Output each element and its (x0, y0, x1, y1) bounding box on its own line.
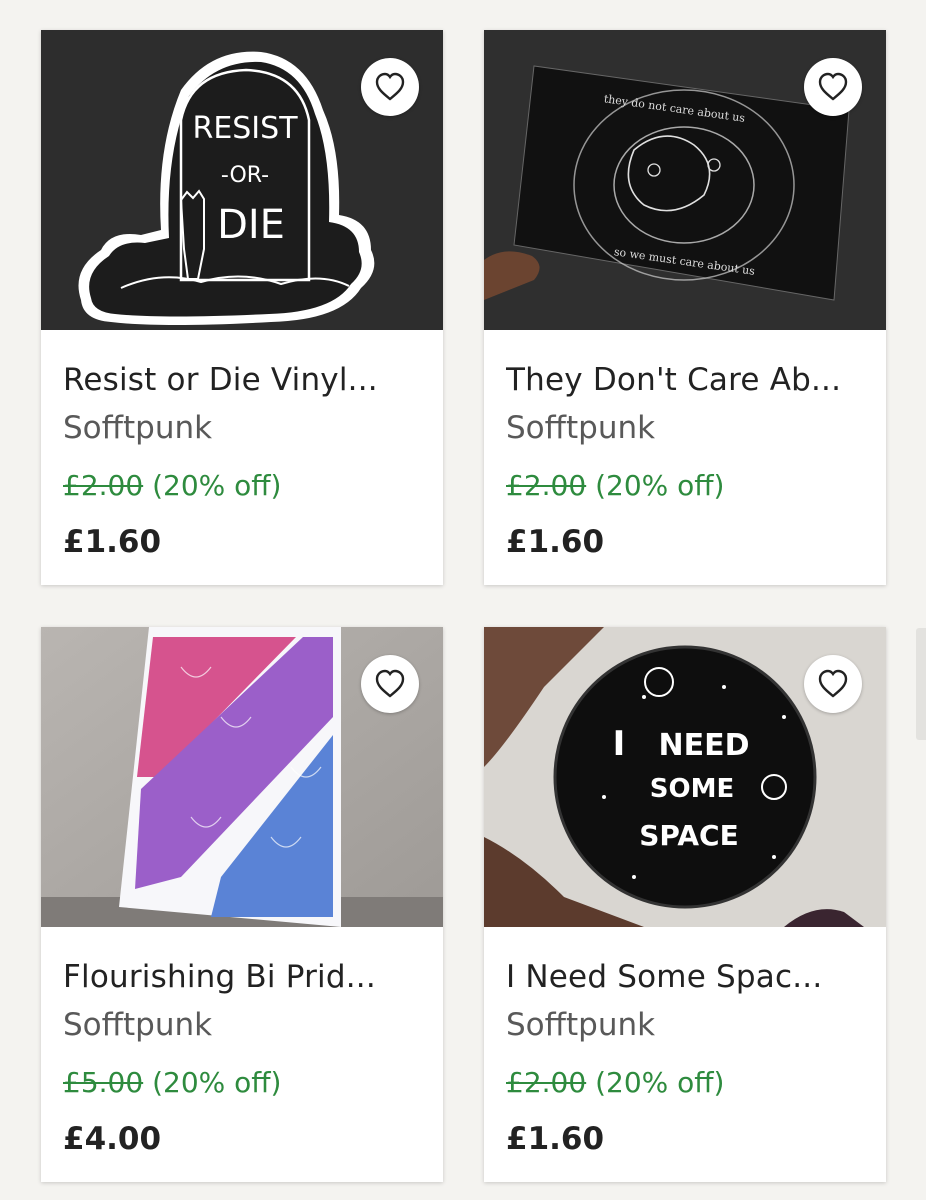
original-price: £2.00 (63, 469, 144, 502)
sale-price: £1.60 (63, 524, 162, 560)
discount-line: £2.00 (20% off) (506, 1063, 868, 1103)
discount-percent: (20% off) (595, 1066, 725, 1099)
heart-outline-icon (818, 669, 848, 698)
discount-percent: (20% off) (152, 1066, 282, 1099)
favorite-button[interactable] (361, 655, 419, 713)
listing-grid: RESIST -OR- DIE Resist or Die Vinyl... S… (0, 0, 926, 1200)
discount-percent: (20% off) (152, 469, 282, 502)
sticker-text-resist: RESIST (192, 111, 298, 146)
sticker-text-or: -OR- (221, 163, 269, 188)
listing-info: They Don't Care Ab... Sofftpunk £2.00 (2… (506, 330, 868, 562)
discount-line: £2.00 (20% off) (506, 466, 868, 506)
listing-title[interactable]: Resist or Die Vinyl... (63, 360, 425, 400)
discount-line: £2.00 (20% off) (63, 466, 425, 506)
badge-text-space: SPACE (639, 819, 738, 852)
listing-info: I Need Some Spac... Sofftpunk £2.00 (20%… (506, 927, 868, 1159)
shop-name: Sofftpunk (63, 1007, 213, 1043)
discount-percent: (20% off) (595, 469, 725, 502)
listing-title[interactable]: They Don't Care Ab... (506, 360, 868, 400)
favorite-button[interactable] (804, 655, 862, 713)
listing-card[interactable]: NEED SOME SPACE I I Need Some Spac... So… (484, 627, 886, 1182)
listing-card[interactable]: they do not care about us so we must car… (484, 30, 886, 585)
badge-text-i: I (613, 724, 626, 764)
scrollbar[interactable] (916, 628, 926, 740)
original-price: £2.00 (506, 469, 587, 502)
sale-price: £4.00 (63, 1121, 162, 1157)
shop-name: Sofftpunk (63, 410, 213, 446)
heart-outline-icon (375, 72, 405, 101)
listing-card[interactable]: RESIST -OR- DIE Resist or Die Vinyl... S… (41, 30, 443, 585)
listing-title[interactable]: I Need Some Spac... (506, 957, 868, 997)
original-price: £2.00 (506, 1066, 587, 1099)
listing-card[interactable]: Flourishing Bi Prid... Sofftpunk £5.00 (… (41, 627, 443, 1182)
shop-name: Sofftpunk (506, 1007, 656, 1043)
sale-price: £1.60 (506, 524, 605, 560)
badge-text-need: NEED (659, 728, 750, 763)
badge-text-some: SOME (650, 774, 734, 804)
listing-title[interactable]: Flourishing Bi Prid... (63, 957, 425, 997)
shop-name: Sofftpunk (506, 410, 656, 446)
listing-info: Resist or Die Vinyl... Sofftpunk £2.00 (… (63, 330, 425, 562)
heart-outline-icon (375, 669, 405, 698)
favorite-button[interactable] (361, 58, 419, 116)
discount-line: £5.00 (20% off) (63, 1063, 425, 1103)
listing-info: Flourishing Bi Prid... Sofftpunk £5.00 (… (63, 927, 425, 1159)
sale-price: £1.60 (506, 1121, 605, 1157)
heart-outline-icon (818, 72, 848, 101)
sticker-text-die: DIE (217, 202, 285, 248)
original-price: £5.00 (63, 1066, 144, 1099)
favorite-button[interactable] (804, 58, 862, 116)
